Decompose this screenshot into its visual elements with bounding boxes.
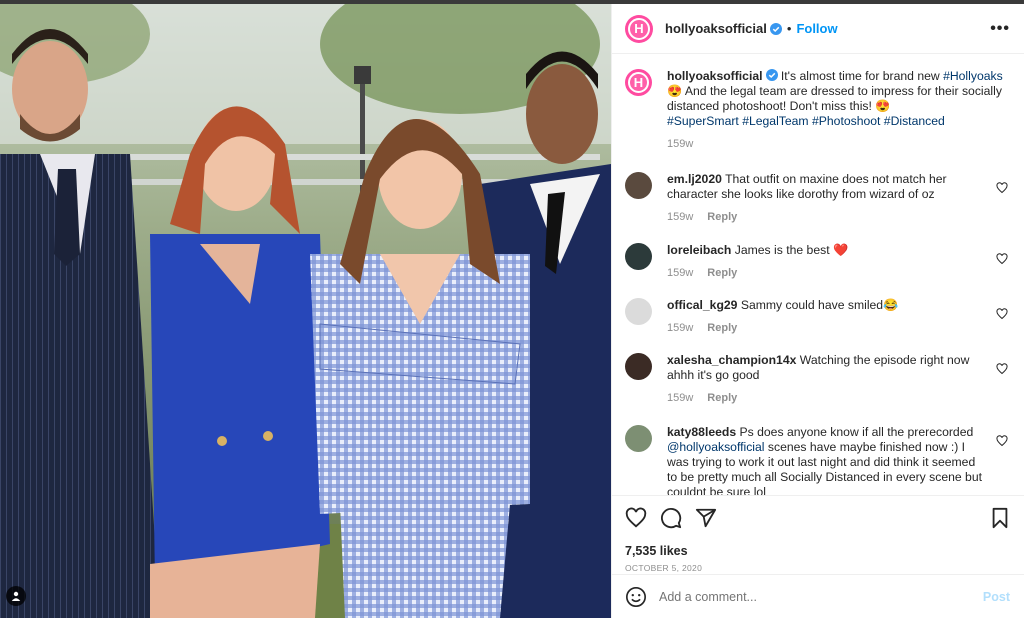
post-header: H hollyoaksofficial • Follow ••• bbox=[612, 4, 1024, 54]
caption-time: 159w bbox=[667, 138, 694, 150]
post-actions: 7,535 likes OCTOBER 5, 2020 bbox=[612, 495, 1024, 573]
avatar-letter: H bbox=[633, 75, 644, 90]
profile-avatar[interactable]: H bbox=[625, 14, 653, 43]
comment-username[interactable]: em.lj2020 bbox=[667, 172, 722, 186]
comment-time: 159w bbox=[667, 211, 694, 223]
comment-item: offical_kg29 Sammy could have smiled😂 15… bbox=[625, 298, 1010, 336]
follow-button[interactable]: Follow bbox=[796, 21, 837, 36]
comment-time: 159w bbox=[667, 392, 694, 404]
commenter-avatar[interactable] bbox=[625, 425, 652, 452]
comment-username[interactable]: xalesha_champion14x bbox=[667, 353, 796, 367]
mention-link[interactable]: @hollyoaksofficial bbox=[667, 440, 765, 454]
commenter-avatar[interactable] bbox=[625, 243, 652, 270]
comment-item: em.lj2020 That outfit on maxine does not… bbox=[625, 172, 1010, 225]
commenter-avatar[interactable] bbox=[625, 298, 652, 325]
post-caption: H hollyoaksofficial It's almost time for… bbox=[625, 69, 1010, 152]
caption-hashtags[interactable]: #SuperSmart #LegalTeam #Photoshoot #Dist… bbox=[667, 114, 1004, 129]
verified-icon bbox=[765, 69, 778, 81]
verified-icon bbox=[769, 22, 782, 35]
comment-time: 159w bbox=[667, 322, 694, 334]
reply-button[interactable]: Reply bbox=[707, 210, 737, 225]
post-photo-image bbox=[0, 4, 611, 618]
add-comment-bar: Post bbox=[612, 574, 1024, 618]
likes-count[interactable]: 7,535 likes bbox=[625, 544, 1010, 558]
comment-text: Ps does anyone know if all the prerecord… bbox=[739, 425, 974, 439]
heart-icon[interactable] bbox=[996, 363, 1008, 375]
comment-username[interactable]: katy88leeds bbox=[667, 425, 736, 439]
comment-text: James is the best ❤️ bbox=[734, 243, 849, 257]
comment-icon[interactable] bbox=[660, 507, 682, 529]
commenter-avatar[interactable] bbox=[625, 172, 652, 199]
comment-username[interactable]: loreleibach bbox=[667, 243, 731, 257]
bookmark-icon[interactable] bbox=[990, 507, 1010, 529]
caption-username[interactable]: hollyoaksofficial bbox=[667, 69, 763, 83]
heart-icon[interactable] bbox=[996, 182, 1008, 194]
share-icon[interactable] bbox=[695, 507, 717, 529]
user-tag-button[interactable] bbox=[6, 586, 26, 606]
comment-item: loreleibach James is the best ❤️ 159w Rep… bbox=[625, 243, 1010, 281]
comment-username[interactable]: offical_kg29 bbox=[667, 298, 737, 312]
post-comment-button[interactable]: Post bbox=[983, 590, 1010, 604]
comment-item: katy88leeds Ps does anyone know if all t… bbox=[625, 425, 1010, 495]
more-options-icon[interactable]: ••• bbox=[990, 20, 1010, 38]
comment-text: Sammy could have smiled😂 bbox=[740, 298, 899, 312]
header-username[interactable]: hollyoaksofficial bbox=[665, 21, 767, 36]
emoji-icon[interactable] bbox=[625, 586, 647, 608]
caption-avatar[interactable]: H bbox=[625, 69, 652, 96]
hashtag-link[interactable]: #Hollyoaks bbox=[943, 69, 1003, 83]
header-separator: • bbox=[786, 21, 792, 36]
heart-icon[interactable] bbox=[996, 253, 1008, 265]
heart-icon[interactable] bbox=[625, 507, 647, 529]
heart-icon[interactable] bbox=[996, 435, 1008, 447]
caption-text: It's almost time for brand new bbox=[777, 69, 944, 83]
comment-time: 159w bbox=[667, 267, 694, 279]
post-photo[interactable] bbox=[0, 4, 611, 618]
reply-button[interactable]: Reply bbox=[707, 321, 737, 336]
caption-text: 😍 And the legal team are dressed to impr… bbox=[667, 84, 1002, 113]
comment-item: xalesha_champion14x Watching the episode… bbox=[625, 353, 1010, 406]
comments-list[interactable]: H hollyoaksofficial It's almost time for… bbox=[612, 55, 1024, 495]
post-date: OCTOBER 5, 2020 bbox=[625, 563, 703, 573]
heart-icon[interactable] bbox=[996, 308, 1008, 320]
user-tag-icon bbox=[11, 591, 21, 601]
post-side-panel: H hollyoaksofficial • Follow ••• H holly… bbox=[611, 4, 1024, 618]
reply-button[interactable]: Reply bbox=[707, 391, 737, 406]
avatar-letter: H bbox=[634, 21, 644, 36]
commenter-avatar[interactable] bbox=[625, 353, 652, 380]
comment-input[interactable] bbox=[659, 589, 983, 604]
reply-button[interactable]: Reply bbox=[707, 266, 737, 281]
